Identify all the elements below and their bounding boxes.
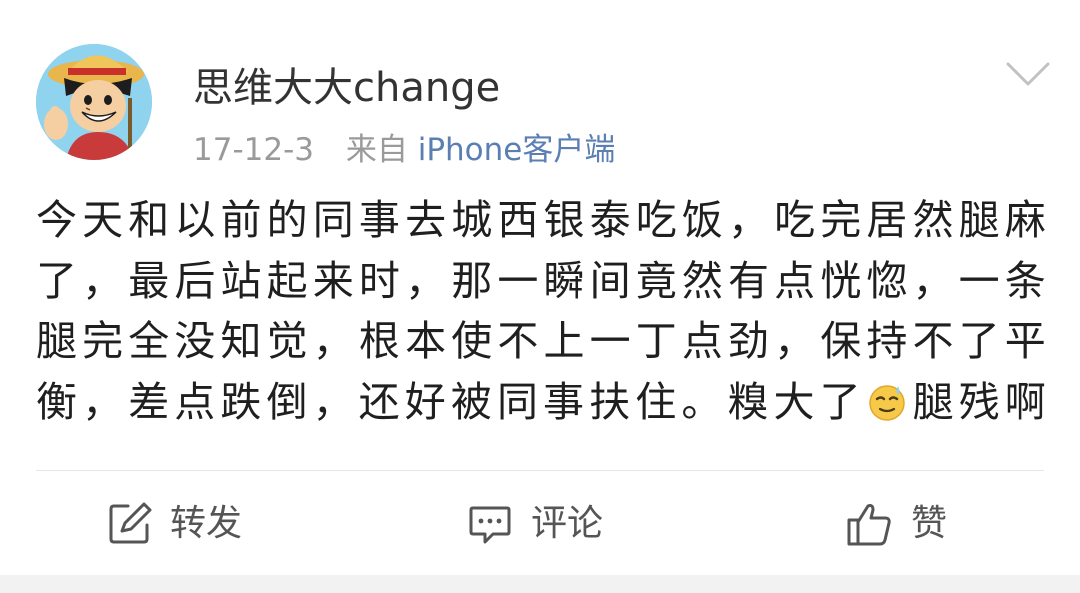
- sweat-smile-emoji-icon: [867, 378, 907, 421]
- post-text-line: 腿完全没知觉，根本使不上一丁点劲，保持不了平: [36, 317, 1046, 365]
- source-prefix: 来自: [345, 132, 408, 168]
- post-body: 今天和以前的同事去城西银泰吃饭，吃完居然腿麻 了，最后站起来时，那一瞬间竟然有点…: [36, 190, 1046, 432]
- weibo-post-card: 思维大大change 17-12-3 来自 iPhone客户端 今天和以前的同事…: [0, 0, 1080, 575]
- post-text-segment: 腿残啊: [907, 377, 1046, 426]
- post-text-line: 了，最后站起来时，那一瞬间竟然有点恍惚，一条: [36, 256, 1046, 305]
- like-button[interactable]: 赞: [845, 496, 947, 552]
- post-text-line: 今天和以前的同事去城西银泰吃饭，吃完居然腿麻: [36, 196, 1046, 244]
- comment-button[interactable]: 评论: [467, 496, 603, 552]
- repost-label: 转发: [170, 503, 243, 544]
- repost-icon: [109, 502, 152, 544]
- post-text-line-last: 衡，差点跌倒，还好被同事扶住。糗大了 腿残啊: [36, 372, 1046, 433]
- post-text-segment: 衡，差点跌倒，还好被同事扶住。糗大了: [36, 377, 866, 426]
- thumbs-up-icon: [847, 504, 891, 546]
- comment-label: 评论: [531, 503, 604, 544]
- avatar[interactable]: [36, 44, 152, 160]
- divider: [36, 470, 1044, 471]
- avatar-image: [36, 44, 152, 160]
- chevron-down-icon[interactable]: [1002, 56, 1054, 92]
- username[interactable]: 思维大大change: [193, 62, 500, 114]
- like-label: 赞: [911, 503, 948, 544]
- source-link[interactable]: iPhone客户端: [418, 132, 616, 168]
- post-timestamp: 17-12-3: [193, 132, 314, 168]
- repost-button[interactable]: 转发: [106, 496, 242, 552]
- post-meta: 17-12-3 来自 iPhone客户端: [193, 130, 615, 170]
- feed-separator: [0, 575, 1080, 593]
- comment-icon: [469, 506, 511, 544]
